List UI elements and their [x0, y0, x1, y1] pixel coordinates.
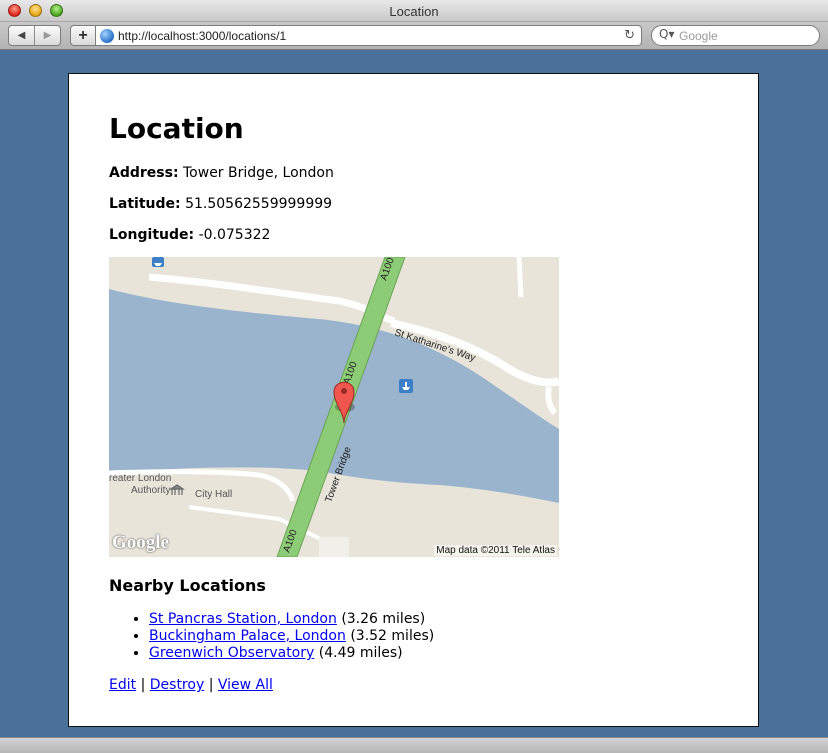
reload-icon[interactable]: ↻	[624, 28, 635, 43]
nearby-link-st-pancras[interactable]: St Pancras Station, London	[149, 611, 337, 627]
edit-link[interactable]: Edit	[109, 677, 136, 693]
address-field: Address: Tower Bridge, London	[109, 165, 334, 181]
map[interactable]: A100 A100 Tower Bridge A100 St Katharine…	[109, 257, 559, 557]
nearby-link-buckingham-palace[interactable]: Buckingham Palace, London	[149, 628, 346, 644]
place-label-authority: Authority	[131, 485, 170, 496]
nearby-distance: (3.52 miles)	[350, 628, 435, 644]
back-arrow-icon: ◀	[17, 30, 26, 41]
list-item: Greenwich Observatory (4.49 miles)	[149, 645, 434, 662]
search-icon: Q▾	[659, 27, 675, 41]
globe-icon	[100, 29, 114, 43]
status-bar	[0, 737, 828, 753]
address-bar[interactable]: http://localhost:3000/locations/1 ↻	[95, 25, 642, 46]
page-title: Location	[109, 112, 244, 145]
longitude-value: -0.075322	[198, 227, 271, 243]
plus-icon: +	[78, 26, 88, 44]
side-street	[516, 257, 524, 298]
latitude-value: 51.50562559999999	[185, 196, 333, 212]
south-block	[319, 537, 349, 557]
nearby-locations-list: St Pancras Station, London (3.26 miles) …	[149, 611, 434, 662]
place-label-city-hall: City Hall	[195, 489, 232, 500]
window-title: Location	[389, 4, 439, 19]
latitude-field: Latitude: 51.50562559999999	[109, 196, 332, 212]
address-value: Tower Bridge, London	[183, 165, 334, 181]
separator: |	[208, 677, 214, 693]
back-button[interactable]: ◀	[9, 26, 34, 45]
google-logo[interactable]: Google	[112, 532, 169, 554]
list-item: Buckingham Palace, London (3.52 miles)	[149, 628, 434, 645]
nearby-distance: (4.49 miles)	[318, 645, 403, 661]
place-label-gla: reater London	[109, 473, 171, 484]
window-titlebar: Location	[0, 0, 828, 22]
map-canvas[interactable]: A100 A100 Tower Bridge A100 St Katharine…	[109, 257, 559, 557]
map-attribution: Map data ©2011 Tele Atlas	[434, 545, 557, 556]
forward-arrow-icon: ▶	[43, 30, 52, 41]
view-all-link[interactable]: View All	[218, 677, 273, 693]
separator: |	[140, 677, 146, 693]
search-field[interactable]: Q▾ Google	[651, 25, 820, 46]
boat-icon	[152, 257, 164, 267]
address-label: Address:	[109, 165, 179, 181]
latitude-label: Latitude:	[109, 196, 181, 212]
nearby-link-greenwich-observatory[interactable]: Greenwich Observatory	[149, 645, 314, 661]
add-bookmark-button[interactable]: +	[70, 25, 95, 46]
nav-buttons: ◀ ▶	[8, 25, 61, 46]
longitude-label: Longitude:	[109, 227, 195, 243]
longitude-field: Longitude: -0.075322	[109, 227, 270, 243]
destroy-link[interactable]: Destroy	[150, 677, 204, 693]
nearby-locations-title: Nearby Locations	[109, 576, 266, 595]
list-item: St Pancras Station, London (3.26 miles)	[149, 611, 434, 628]
action-links: Edit | Destroy | View All	[109, 677, 273, 693]
search-placeholder[interactable]: Google	[679, 29, 718, 43]
forward-button[interactable]: ▶	[34, 26, 60, 45]
page-content: Location Address: Tower Bridge, London L…	[68, 73, 759, 727]
pier-icon	[399, 379, 413, 393]
browser-toolbar: ◀ ▶ + http://localhost:3000/locations/1 …	[0, 22, 828, 50]
address-bar-url[interactable]: http://localhost:3000/locations/1	[118, 29, 286, 43]
nearby-distance: (3.26 miles)	[341, 611, 426, 627]
